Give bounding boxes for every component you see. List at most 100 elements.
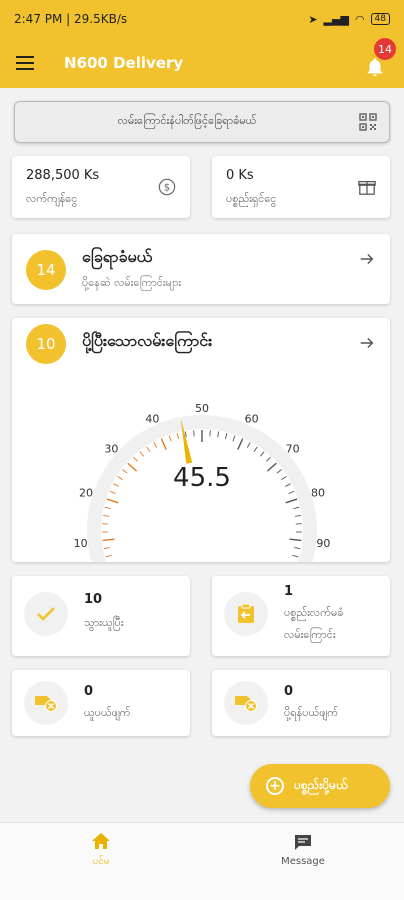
balance-value: 288,500 Ks xyxy=(26,168,100,183)
status-time: 2:47 PM | 29.5KB/s xyxy=(14,12,128,26)
gauge-tick-label: 60 xyxy=(245,413,259,426)
menu-icon[interactable] xyxy=(16,56,34,70)
nav-home-label: ပင်မ xyxy=(92,856,110,867)
signal-icon: ▂▄▆ xyxy=(323,12,349,26)
gauge-tick xyxy=(232,435,236,442)
track-search-placeholder: လမ်းကြောင်းနံပါတ်ဖြင့်ခြေရာခံမယ် xyxy=(117,114,257,127)
delivery-cancel-label: ပို့ရန်ပယ်ဖျက် xyxy=(284,706,339,719)
rejected-label: ပစ္စည်းလက်မခံလမ်းကြောင်း xyxy=(284,606,344,641)
picked-up-count: 10 xyxy=(84,592,103,607)
tracking-card[interactable]: 14 ခြေရာခံမယ် ပို့နေဆဲ လမ်းကြောင်းများ xyxy=(12,234,390,304)
pickup-cancel-tile[interactable]: 0 ယူပယ်ဖျက် xyxy=(12,670,190,736)
gauge-tick xyxy=(253,446,258,452)
battery-icon: 48 xyxy=(370,13,390,25)
merchant-money-value: 0 Ks xyxy=(226,168,254,183)
arrow-right-icon[interactable] xyxy=(358,250,376,268)
gauge-tick-label: 70 xyxy=(286,442,300,455)
gauge-tick xyxy=(285,483,291,487)
pickup-cancel-label: ယူပယ်ဖျက် xyxy=(84,706,131,719)
app-bar: N600 Delivery 14 xyxy=(0,38,404,88)
gauge-tick-label: 50 xyxy=(195,402,209,415)
balance-card[interactable]: 288,500 Ks လက်ကျန်ငွေ $ xyxy=(12,156,190,218)
cancel-delivery-icon xyxy=(24,681,68,725)
status-bar: 2:47 PM | 29.5KB/s ➤ ▂▄▆ ◠ 48 xyxy=(0,0,404,38)
gauge-tick xyxy=(176,433,180,440)
gauge-tick xyxy=(217,431,220,438)
gift-box-icon xyxy=(358,180,376,195)
gauge-tick xyxy=(285,498,298,504)
wifi-icon: ◠ xyxy=(354,12,365,26)
gauge-tick xyxy=(289,538,302,542)
merchant-money-card[interactable]: 0 Ks ပစ္စည်းရှင်ငွေ xyxy=(212,156,390,218)
gauge-tick xyxy=(193,430,195,437)
app-title: N600 Delivery xyxy=(64,54,184,72)
delivered-card[interactable]: 10 ပို့ပြီးသောလမ်းကြောင်း 01020304050607… xyxy=(12,318,390,562)
gauge-tick xyxy=(260,451,265,457)
tracking-count-badge: 14 xyxy=(26,250,66,290)
gauge-tick xyxy=(294,547,301,550)
tracking-title: ခြေရာခံမယ် xyxy=(82,247,153,266)
gauge-tick-label: 90 xyxy=(316,537,330,550)
gauge-tick-label: 80 xyxy=(311,486,325,499)
gauge-tick xyxy=(139,451,144,457)
gauge-tick xyxy=(281,476,287,481)
gauge-tick-label: 30 xyxy=(104,442,118,455)
qr-scan-icon[interactable] xyxy=(359,113,377,131)
gauge-tick xyxy=(246,442,251,448)
delivery-cancel-count: 0 xyxy=(284,684,294,699)
plus-circle-icon: + xyxy=(266,777,284,795)
gauge-tick xyxy=(103,514,110,517)
nav-message-label: Message xyxy=(281,856,325,867)
nav-home[interactable]: ပင်မ xyxy=(0,823,202,878)
gauge-tick xyxy=(106,498,119,504)
gauge-value: 45.5 xyxy=(173,463,231,493)
gauge-tick xyxy=(160,438,167,450)
gauge-tick-label: 20 xyxy=(79,486,93,499)
balance-label: လက်ကျန်ငွေ xyxy=(26,192,78,205)
merchant-money-label: ပစ္စည်းရှင်ငွေ xyxy=(226,192,277,205)
send-parcel-label: ပစ္စည်းပို့မယ် xyxy=(294,778,348,792)
gauge-tick xyxy=(293,506,300,509)
check-icon xyxy=(24,592,68,636)
gauge-tick-label: 10 xyxy=(74,537,88,550)
delivery-cancel-tile[interactable]: 0 ပို့ရန်ပယ်ဖျက် xyxy=(212,670,390,736)
gauge-tick xyxy=(122,469,128,474)
nav-message[interactable]: Message xyxy=(202,823,404,878)
notification-button[interactable]: 14 xyxy=(362,38,396,77)
notification-badge: 14 xyxy=(374,38,396,60)
gauge-tick xyxy=(133,456,138,462)
svg-text:$: $ xyxy=(164,183,170,194)
gauge-tick xyxy=(237,438,244,450)
dollar-icon: $ xyxy=(158,178,176,196)
gauge-tick xyxy=(113,483,119,487)
return-box-icon xyxy=(224,592,268,636)
gauge-tick xyxy=(168,435,172,442)
gauge-tick xyxy=(117,476,123,481)
gauge-tick xyxy=(266,462,277,472)
tracking-subtitle: ပို့နေဆဲ လမ်းကြောင်းများ xyxy=(82,276,182,289)
gauge-tick xyxy=(294,514,301,517)
picked-up-tile[interactable]: 10 သွားယူပြီး xyxy=(12,576,190,656)
gauge-tick xyxy=(127,462,138,472)
gauge-tick xyxy=(184,431,187,438)
gauge-tick xyxy=(288,490,295,494)
gauge-tick xyxy=(103,547,110,550)
gauge-tick xyxy=(104,506,111,509)
home-icon xyxy=(92,833,110,849)
gauge-tick xyxy=(276,469,282,474)
track-search-bar[interactable]: လမ်းကြောင်းနံပါတ်ဖြင့်ခြေရာခံမယ် xyxy=(14,101,390,143)
bottom-nav: ပင်မ Message xyxy=(0,822,404,878)
rejected-tile[interactable]: 1 ပစ္စည်းလက်မခံလမ်းကြောင်း xyxy=(212,576,390,656)
gauge-tick xyxy=(292,554,299,558)
message-icon xyxy=(295,835,311,850)
gauge-tick xyxy=(109,490,116,494)
gauge-tick xyxy=(105,554,112,558)
cancel-delivery-icon xyxy=(224,681,268,725)
gauge-tick xyxy=(224,433,228,440)
send-parcel-button[interactable]: + ပစ္စည်းပို့မယ် xyxy=(250,764,390,808)
rejected-count: 1 xyxy=(284,584,294,599)
system-nav-bar xyxy=(0,878,404,900)
location-icon: ➤ xyxy=(308,12,318,26)
gauge-tick xyxy=(266,456,271,462)
status-icons: ➤ ▂▄▆ ◠ 48 xyxy=(308,13,390,26)
